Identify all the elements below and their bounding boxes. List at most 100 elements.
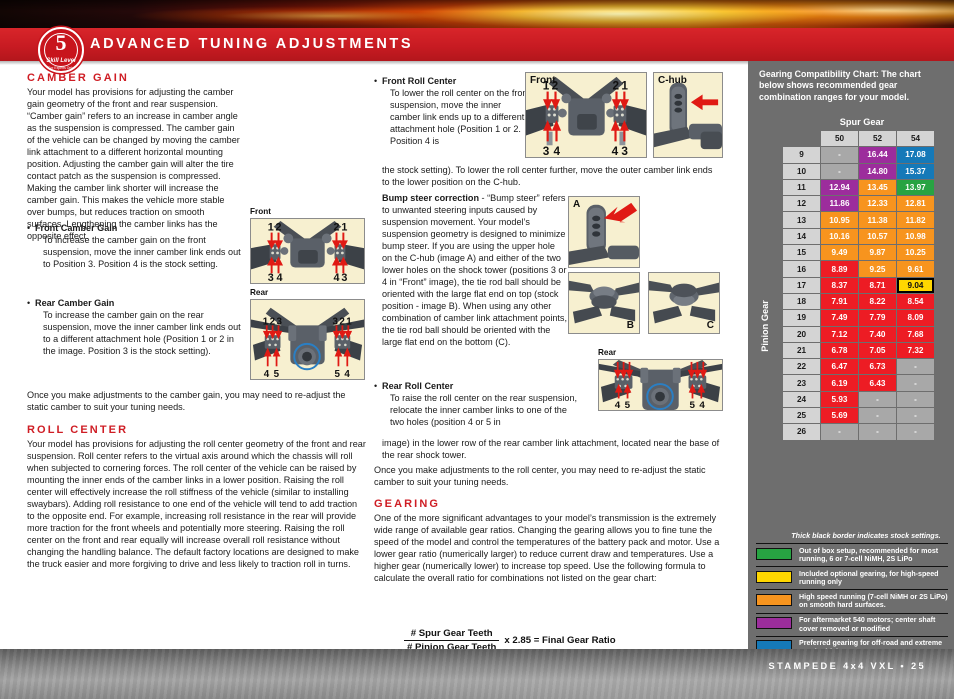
pinion-gear-cell-20: 20 bbox=[783, 326, 820, 342]
svg-text:4: 4 bbox=[699, 400, 705, 410]
svg-text:5: 5 bbox=[335, 369, 341, 379]
rear-roll-center-body: To raise the roll center on the rear sus… bbox=[390, 393, 578, 427]
ratio-cell-17-52: 8.71 bbox=[859, 277, 896, 293]
ratio-cell-10-54: 15.37 bbox=[897, 163, 934, 179]
svg-text:1: 1 bbox=[263, 316, 269, 327]
legend-color-swatch bbox=[756, 570, 792, 583]
figure-front-shock-tower: 12 21 34 43 Front bbox=[525, 72, 647, 158]
pinion-gear-cell-9: 9 bbox=[783, 147, 820, 163]
svg-text:2: 2 bbox=[339, 316, 345, 327]
svg-text:2: 2 bbox=[276, 222, 282, 234]
table-row: 13 10.95 11.38 11.82 bbox=[783, 212, 934, 228]
pinion-gear-cell-13: 13 bbox=[783, 212, 820, 228]
ratio-cell-12-50: 11.86 bbox=[821, 196, 858, 212]
ratio-cell-22-50: 6.47 bbox=[821, 359, 858, 375]
camber-gain-outro: Once you make adjustments to the camber … bbox=[27, 390, 346, 412]
table-row: 15 9.49 9.87 10.25 bbox=[783, 245, 934, 261]
front-roll-center-body: To lower the roll center on the front su… bbox=[390, 88, 531, 146]
stock-settings-note: Thick black border indicates stock setti… bbox=[791, 531, 941, 540]
ratio-cell-21-50: 6.78 bbox=[821, 342, 858, 359]
ratio-cell-9-54: 17.08 bbox=[897, 147, 934, 163]
ratio-cell-13-52: 11.38 bbox=[859, 212, 896, 228]
table-corner-cell bbox=[783, 131, 820, 147]
svg-text:3: 3 bbox=[341, 272, 347, 283]
ratio-cell-15-52: 9.87 bbox=[859, 245, 896, 261]
front-roll-center-title: Front Roll Center bbox=[382, 76, 457, 86]
rear-camber-gain-title: Rear Camber Gain bbox=[35, 298, 115, 308]
pinion-gear-cell-21: 21 bbox=[783, 342, 820, 359]
ratio-cell-24-52: - bbox=[859, 391, 896, 408]
figure-b-tie-rod: B bbox=[568, 272, 640, 334]
pinion-gear-cell-18: 18 bbox=[783, 293, 820, 310]
ratio-cell-18-52: 8.22 bbox=[859, 293, 896, 310]
rear-roll-center-continued: image) in the lower row of the rear camb… bbox=[382, 438, 720, 460]
front-camber-gain-title: Front Camber Gain bbox=[35, 223, 118, 233]
pinion-gear-cell-23: 23 bbox=[783, 375, 820, 391]
legend-row-3: For aftermarket 540 motors; center shaft… bbox=[756, 612, 948, 636]
figure-a-label: A bbox=[573, 199, 581, 210]
table-row: 23 6.19 6.43- bbox=[783, 375, 934, 391]
ratio-cell-10-50: - bbox=[821, 163, 858, 179]
ratio-cell-17-54: 9.04 bbox=[897, 277, 934, 293]
spur-gear-header-52: 52 bbox=[859, 131, 896, 147]
ratio-cell-12-52: 12.33 bbox=[859, 196, 896, 212]
bullet-dot: • bbox=[27, 223, 31, 233]
pinion-gear-cell-10: 10 bbox=[783, 163, 820, 179]
spur-gear-header-54: 54 bbox=[897, 131, 934, 147]
bullet-dot: • bbox=[27, 298, 31, 308]
table-row: 19 7.49 7.79 8.09 bbox=[783, 310, 934, 326]
table-row: 9-16.44 17.08 bbox=[783, 147, 934, 163]
svg-text:3: 3 bbox=[333, 316, 339, 327]
heading-camber-gain: CAMBER GAIN bbox=[27, 72, 129, 84]
svg-text:1: 1 bbox=[621, 80, 628, 93]
ratio-cell-13-54: 11.82 bbox=[897, 212, 934, 228]
bump-steer-paragraph: Bump steer correction - “Bump steer” ref… bbox=[382, 192, 567, 348]
flame-banner-graphic bbox=[0, 0, 954, 28]
ratio-cell-9-50: - bbox=[821, 147, 858, 163]
svg-text:4: 4 bbox=[615, 400, 621, 410]
ratio-cell-19-54: 8.09 bbox=[897, 310, 934, 326]
legend-color-swatch bbox=[756, 593, 792, 606]
svg-text:2: 2 bbox=[270, 316, 276, 327]
ratio-cell-14-54: 10.98 bbox=[897, 228, 934, 245]
svg-text:5: 5 bbox=[690, 400, 696, 410]
bullet-dot: • bbox=[374, 76, 378, 86]
front-roll-center-bullet: • Front Roll Center To lower the roll ce… bbox=[374, 75, 534, 152]
page-root: ADVANCED TUNING ADJUSTMENTS 5 Skill Leve… bbox=[0, 0, 954, 699]
table-row: 21 6.78 7.05 7.32 bbox=[783, 342, 934, 359]
formula-result: x 2.85 = Final Gear Ratio bbox=[504, 635, 616, 646]
table-row: 17 8.37 8.71 9.04 bbox=[783, 277, 934, 293]
table-row: 12 11.86 12.33 12.81 bbox=[783, 196, 934, 212]
figure-rear-suspension: 123 321 45 54 bbox=[250, 299, 365, 380]
skill-level-seal-icon: 5 Skill Level For Experts Only bbox=[38, 27, 84, 73]
section-title-bar: ADVANCED TUNING ADJUSTMENTS bbox=[0, 28, 954, 61]
ratio-cell-10-52: 14.80 bbox=[859, 163, 896, 179]
pinion-gear-cell-19: 19 bbox=[783, 310, 820, 326]
ratio-cell-20-52: 7.40 bbox=[859, 326, 896, 342]
svg-text:4: 4 bbox=[264, 369, 270, 379]
ratio-cell-20-50: 7.12 bbox=[821, 326, 858, 342]
ratio-cell-19-50: 7.49 bbox=[821, 310, 858, 326]
ratio-cell-14-52: 10.57 bbox=[859, 228, 896, 245]
figure-front-suspension: 12 21 34 43 bbox=[250, 218, 365, 284]
svg-text:5: 5 bbox=[274, 369, 280, 379]
svg-text:1: 1 bbox=[341, 222, 347, 234]
pinion-gear-cell-26: 26 bbox=[783, 424, 820, 440]
ratio-cell-15-50: 9.49 bbox=[821, 245, 858, 261]
svg-text:4: 4 bbox=[277, 272, 283, 283]
table-header-row: 50 52 54 bbox=[783, 131, 934, 147]
ratio-cell-23-54: - bbox=[897, 375, 934, 391]
table-row: 10-14.80 15.37 bbox=[783, 163, 934, 179]
table-row: 25 5.69- - bbox=[783, 408, 934, 424]
ratio-cell-18-50: 7.91 bbox=[821, 293, 858, 310]
pinion-gear-cell-12: 12 bbox=[783, 196, 820, 212]
pinion-gear-cell-15: 15 bbox=[783, 245, 820, 261]
ratio-cell-23-52: 6.43 bbox=[859, 375, 896, 391]
gearing-sidebar: Gearing Compatibility Chart: The chart b… bbox=[748, 61, 954, 699]
spur-gear-header-50: 50 bbox=[821, 131, 858, 147]
figure-rear2-label: Rear bbox=[598, 348, 617, 357]
rear-suspension-illustration: 123 321 45 54 bbox=[251, 300, 364, 379]
svg-text:4: 4 bbox=[334, 272, 340, 283]
svg-text:4: 4 bbox=[554, 145, 561, 157]
ratio-cell-18-54: 8.54 bbox=[897, 293, 934, 310]
